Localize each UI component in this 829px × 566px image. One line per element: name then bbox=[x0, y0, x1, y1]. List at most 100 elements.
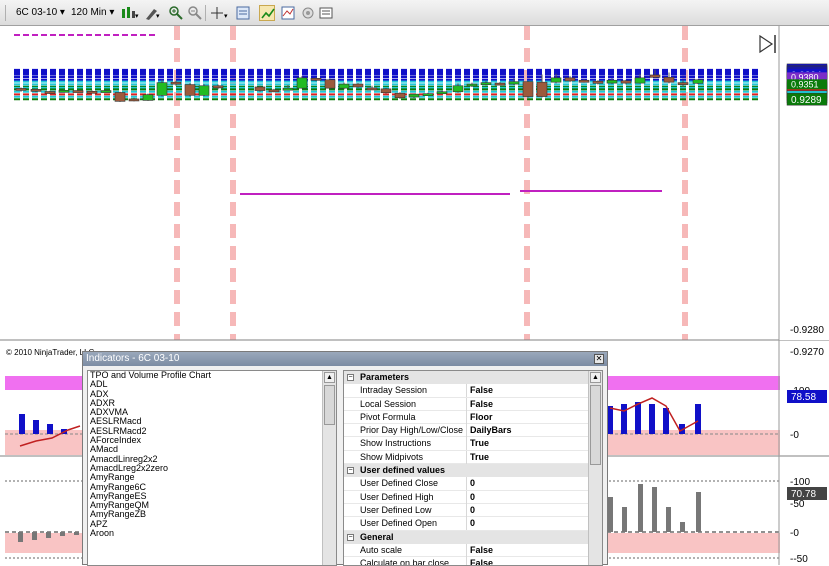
property-name: Auto scale bbox=[360, 543, 467, 557]
scroll-thumb[interactable] bbox=[590, 385, 601, 465]
property-scrollbar[interactable]: ▲ bbox=[588, 371, 602, 565]
bull-candle bbox=[100, 90, 112, 93]
property-value[interactable]: Floor bbox=[470, 411, 493, 424]
bull-candle bbox=[550, 77, 562, 83]
bull-candle bbox=[338, 83, 350, 89]
bull-candle bbox=[282, 87, 294, 91]
indicator-list-item[interactable]: AmyRangeZB bbox=[88, 510, 336, 520]
bull-candle bbox=[408, 93, 420, 98]
property-row[interactable]: User Defined Close 0 bbox=[344, 477, 602, 491]
bar-type-icon[interactable]: ▾ bbox=[121, 5, 139, 21]
chart-trader-icon[interactable] bbox=[318, 5, 334, 21]
svg-text:▾: ▾ bbox=[156, 13, 160, 20]
collapse-icon[interactable]: − bbox=[347, 467, 354, 475]
bear-candle bbox=[268, 89, 280, 93]
scroll-up-icon[interactable]: ▲ bbox=[324, 372, 335, 383]
oscillator-bar bbox=[46, 532, 51, 538]
category-label: Parameters bbox=[360, 372, 410, 382]
bear-candle bbox=[564, 77, 576, 82]
indicator-list-item[interactable]: ADX bbox=[88, 389, 336, 399]
collapse-icon[interactable]: − bbox=[347, 374, 354, 381]
indicator-list-item[interactable]: ADL bbox=[88, 379, 336, 389]
bull-candle bbox=[296, 77, 308, 89]
indicators-dialog[interactable]: Indicators - 6C 03-10 ✕ TPO and Volume P… bbox=[82, 351, 608, 566]
property-value[interactable]: 0 bbox=[470, 477, 475, 490]
bear-candle bbox=[536, 81, 548, 97]
property-row[interactable]: Prior Day High/Low/Close DailyBars bbox=[344, 424, 602, 438]
property-row[interactable]: Pivot Formula Floor bbox=[344, 410, 602, 425]
oscillator-bar bbox=[680, 522, 685, 532]
bull-candle bbox=[422, 93, 434, 96]
scroll-thumb[interactable] bbox=[324, 385, 335, 425]
property-row[interactable]: User Defined High 0 bbox=[344, 490, 602, 504]
bear-candle bbox=[44, 91, 56, 94]
close-icon[interactable]: ✕ bbox=[594, 354, 604, 364]
instrument-selector[interactable]: 6C 03-10 ▾ bbox=[16, 6, 65, 20]
bear-candle bbox=[86, 90, 98, 94]
price-axis: 0.94110.94050.94000.93940.93690.93620.93… bbox=[778, 26, 829, 565]
scroll-end-icon[interactable] bbox=[759, 34, 776, 54]
instrument-label: 6C 03-10 bbox=[16, 7, 58, 18]
bull-candle bbox=[198, 85, 210, 96]
property-row[interactable]: Auto scale False bbox=[344, 543, 602, 558]
oscillator-bar bbox=[608, 497, 613, 532]
oscillator-bar bbox=[652, 487, 657, 532]
property-category[interactable]: − User defined values bbox=[344, 464, 602, 478]
bear-candle bbox=[649, 74, 661, 78]
property-row[interactable]: User Defined Open 0 bbox=[344, 517, 602, 531]
strategies-icon[interactable] bbox=[280, 5, 296, 21]
bull-candle bbox=[156, 82, 168, 96]
property-row[interactable]: Local Session False bbox=[344, 397, 602, 411]
indicator-list[interactable]: TPO and Volume Profile Chart ADL ADX ADXR AD… bbox=[87, 370, 337, 566]
property-value[interactable]: 0 bbox=[470, 491, 475, 504]
bull-candle bbox=[692, 79, 704, 84]
property-value[interactable]: DailyBars bbox=[470, 424, 512, 437]
indicator-list-item[interactable]: AForceIndex bbox=[88, 435, 336, 445]
axis-tick: --50 bbox=[790, 554, 808, 565]
indicator-list-item[interactable]: TPO and Volume Profile Chart bbox=[88, 371, 336, 380]
indicator-list-item[interactable]: Aroon bbox=[88, 528, 336, 538]
bull-candle bbox=[480, 82, 492, 85]
property-name: Pivot Formula bbox=[360, 410, 467, 424]
histogram-bar bbox=[635, 402, 641, 434]
zoom-out-icon[interactable] bbox=[187, 5, 203, 21]
crosshair-icon[interactable]: ▾ bbox=[209, 5, 228, 21]
property-row[interactable]: Intraday Session False bbox=[344, 384, 602, 398]
property-value[interactable]: False bbox=[470, 398, 493, 411]
drawing-tool-icon[interactable]: ▾ bbox=[144, 5, 160, 21]
svg-text:▾: ▾ bbox=[224, 13, 228, 20]
property-value[interactable]: 0 bbox=[470, 517, 475, 530]
value-label: 78.58 bbox=[791, 392, 816, 403]
property-value[interactable]: True bbox=[470, 437, 489, 450]
property-value[interactable]: False bbox=[470, 384, 493, 397]
oscillator-bar bbox=[74, 532, 79, 535]
indicators-icon[interactable] bbox=[259, 5, 275, 21]
collapse-icon[interactable]: − bbox=[347, 533, 354, 541]
property-row[interactable]: Show Midpivots True bbox=[344, 450, 602, 465]
property-row[interactable]: Show Instructions True bbox=[344, 437, 602, 451]
property-value[interactable]: False bbox=[470, 544, 493, 557]
property-grid[interactable]: − Parameters Intraday Session False Local Se… bbox=[343, 370, 603, 566]
axis-tick: -0.9270 bbox=[790, 347, 824, 358]
property-row[interactable]: User Defined Low 0 bbox=[344, 503, 602, 518]
bull-candle bbox=[466, 83, 478, 87]
data-box-icon[interactable] bbox=[235, 5, 251, 21]
svg-text:▾: ▾ bbox=[135, 13, 139, 20]
indicator-list-item[interactable]: APZ bbox=[88, 519, 336, 529]
category-label: User defined values bbox=[360, 465, 446, 476]
chart-toolbar: 6C 03-10 ▾ 120 Min ▾ ▾ ▾ ▾ bbox=[0, 0, 829, 26]
property-category[interactable]: − Parameters bbox=[344, 371, 602, 385]
zoom-in-icon[interactable] bbox=[168, 5, 184, 21]
scroll-up-icon[interactable]: ▲ bbox=[590, 372, 601, 383]
oscillator-bar bbox=[32, 532, 37, 540]
bull-candle bbox=[142, 94, 154, 101]
bear-candle bbox=[310, 78, 322, 81]
list-scrollbar[interactable]: ▲ bbox=[322, 371, 336, 565]
property-category[interactable]: − General bbox=[344, 530, 602, 544]
bull-candle bbox=[606, 79, 618, 84]
period-selector[interactable]: 120 Min ▾ bbox=[71, 6, 114, 20]
property-value[interactable]: 0 bbox=[470, 504, 475, 517]
property-value[interactable]: True bbox=[470, 451, 489, 464]
properties-icon[interactable] bbox=[300, 5, 316, 21]
histogram-bar bbox=[621, 404, 627, 434]
